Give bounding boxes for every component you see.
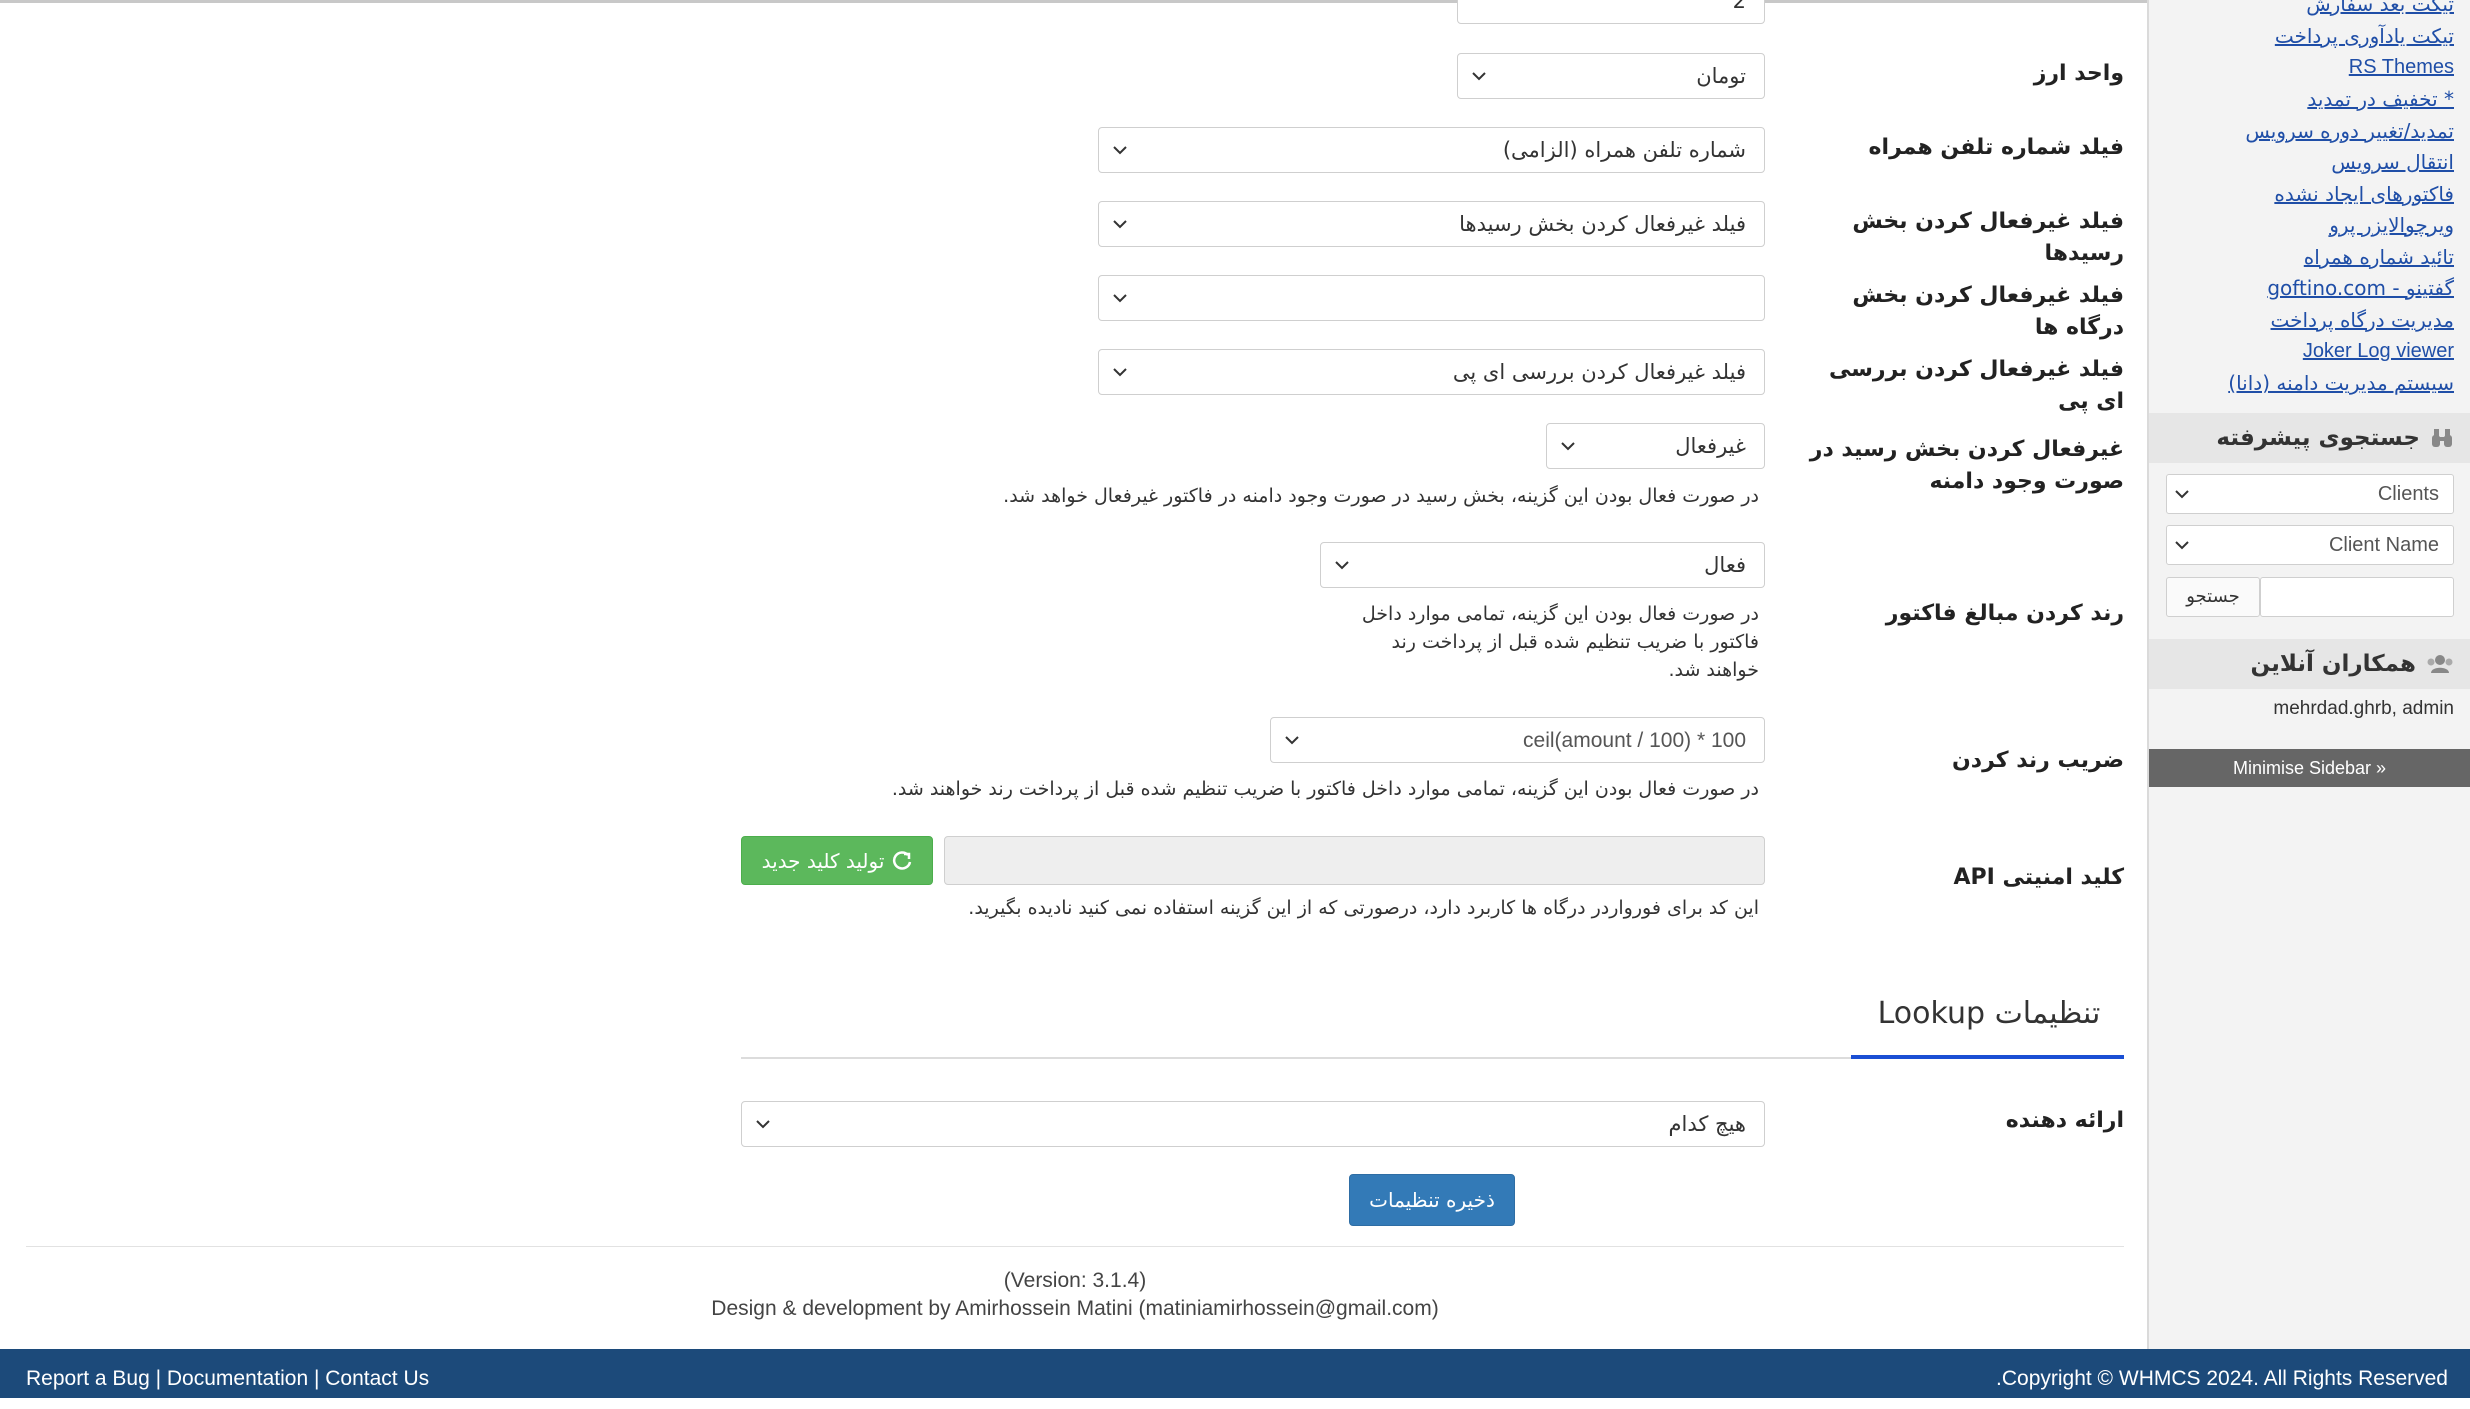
sidebar-link-virtualizor-pro[interactable]: ویرچوالایزر پرو xyxy=(2329,211,2454,239)
copyright-text: .Copyright © WHMCS 2024. All Rights Rese… xyxy=(1996,1367,2448,1390)
mobile-field-label: فیلد شماره تلفن همراه xyxy=(1868,135,2124,160)
footer-divider xyxy=(26,1246,2124,1247)
disable-ip-check-select[interactable]: فیلد غیرفعال کردن بررسی ای پی xyxy=(1098,349,1765,395)
round-amounts-select[interactable]: فعال xyxy=(1320,542,1765,588)
disable-receipt-domain-value: غیرفعال xyxy=(1675,434,1746,458)
chevron-down-icon xyxy=(1559,424,1577,468)
sidebar-link-uncreated-invoices[interactable]: فاکتورهای ایجاد نشده xyxy=(2274,180,2454,208)
disable-receipts-select[interactable]: فیلد غیرفعال کردن بخش رسیدها xyxy=(1098,201,1765,247)
sidebar-link-renew-service[interactable]: تمدید/تغییر دوره سرویس xyxy=(2245,117,2454,145)
minimise-sidebar-button[interactable]: Minimise Sidebar » xyxy=(2149,749,2470,787)
disable-ip-check-label: فیلد غیرفعال کردن بررسی ای پی xyxy=(1829,357,2124,414)
search-field-value: Client Name xyxy=(2328,534,2439,556)
rounding-factor-label: ضریب رند کردن xyxy=(1952,748,2124,773)
rounding-factor-value: ceil(amount / 100) * 100 xyxy=(1523,729,1746,752)
currency-label: واحد ارز xyxy=(2033,61,2124,86)
chevron-down-icon xyxy=(1283,718,1301,762)
sidebar-link-service-transfer[interactable]: انتقال سرویس xyxy=(2331,148,2454,176)
sidebar-link-payment-reminder[interactable]: تیکت یادآوری پرداخت xyxy=(2275,22,2454,50)
chevron-down-icon xyxy=(754,1102,772,1146)
users-icon xyxy=(2426,654,2454,674)
round-amounts-help: در صورت فعال بودن این گزینه، تمامی موارد… xyxy=(1361,603,1759,681)
top-border xyxy=(0,0,2470,3)
round-amounts-value: فعال xyxy=(1704,553,1746,577)
refresh-icon xyxy=(892,850,912,871)
sidebar-link-goftino[interactable]: گفتینو - goftino.com xyxy=(2267,274,2454,302)
generate-key-label: تولید کلید جدید xyxy=(761,848,885,873)
advanced-search-title: جستجوی پیشرفته xyxy=(2216,425,2420,451)
version-text: (Version: 3.1.4) xyxy=(1003,1269,1147,1292)
provider-value: هیچ کدام xyxy=(1668,1112,1747,1136)
search-button[interactable]: جستجو xyxy=(2166,577,2260,617)
generate-key-button[interactable]: تولید کلید جدید xyxy=(741,836,933,885)
currency-select[interactable]: تومان xyxy=(1457,53,1765,99)
chevron-down-icon xyxy=(1470,54,1488,98)
sidebar-link-rs-themes[interactable]: RS Themes xyxy=(2349,53,2454,81)
tab-active-indicator xyxy=(1851,1055,2124,1059)
chevron-down-icon xyxy=(1111,202,1129,246)
rounding-factor-select[interactable]: ceil(amount / 100) * 100 xyxy=(1270,717,1765,763)
disable-receipts-label: فیلد غیرفعال کردن بخش رسیدها xyxy=(1852,209,2124,266)
disable-receipts-value: فیلد غیرفعال کردن بخش رسیدها xyxy=(1459,212,1746,236)
footer-separator: | xyxy=(149,1367,167,1390)
chevron-down-icon xyxy=(1111,128,1129,172)
mobile-field-select[interactable]: شماره تلفن همراه (الزامی) xyxy=(1098,127,1765,173)
search-type-value: Clients xyxy=(2377,483,2439,505)
disable-gateways-label: فیلد غیرفعال کردن بخش درگاه ها xyxy=(1852,283,2124,340)
author-credit: Design & development by Amirhossein Mati… xyxy=(711,1297,1439,1320)
disable-receipt-domain-help: در صورت فعال بودن این گزینه، بخش رسید در… xyxy=(1003,485,1759,507)
currency-value: تومان xyxy=(1696,64,1746,88)
api-key-help: این کد برای فورواردر درگاه ها کاربرد دار… xyxy=(968,897,1759,919)
chevron-down-icon xyxy=(2175,526,2189,564)
sidebar-link-renewal-discount[interactable]: * تخفیف در تمدید xyxy=(2307,85,2454,113)
chevron-down-icon xyxy=(1111,350,1129,394)
online-staff-title: همکاران آنلاین xyxy=(2250,651,2416,677)
binoculars-icon xyxy=(2430,427,2454,449)
footer-separator: | xyxy=(308,1367,326,1390)
sidebar-link-mobile-verify[interactable]: تائید شماره همراه xyxy=(2304,243,2454,271)
chevron-down-icon xyxy=(1333,543,1351,587)
disable-receipt-domain-select[interactable]: غیرفعال xyxy=(1546,423,1765,469)
ticket-days-input[interactable]: 2 xyxy=(1457,0,1765,24)
api-key-input[interactable] xyxy=(944,836,1765,885)
provider-label: ارائه دهنده xyxy=(2005,1108,2124,1133)
api-key-label: کلید امنیتی API xyxy=(1953,865,2125,890)
disable-gateways-select[interactable] xyxy=(1098,275,1765,321)
search-button-label: جستجو xyxy=(2186,586,2240,607)
online-users: mehrdad.ghrb, admin xyxy=(2273,698,2454,719)
advanced-search-header: جستجوی پیشرفته xyxy=(2149,413,2470,463)
sidebar-link-ticket-after-order[interactable]: تیکت بعد سفارش xyxy=(2306,0,2454,18)
chevron-down-icon xyxy=(2175,475,2189,513)
report-bug-link[interactable]: Report a Bug xyxy=(26,1367,150,1390)
online-staff-header: همکاران آنلاین xyxy=(2149,639,2470,689)
contact-us-link[interactable]: Contact Us xyxy=(325,1367,429,1390)
documentation-link[interactable]: Documentation xyxy=(167,1367,308,1390)
provider-select[interactable]: هیچ کدام xyxy=(741,1101,1765,1147)
search-input[interactable] xyxy=(2260,577,2454,617)
sidebar-link-dana-domain[interactable]: سیستم مدیریت دامنه (دانا) xyxy=(2228,369,2454,397)
rounding-factor-help: در صورت فعال بودن این گزینه، تمامی موارد… xyxy=(891,778,1759,800)
search-type-select[interactable]: Clients xyxy=(2166,474,2454,514)
round-amounts-label: رند کردن مبالغ فاکتور xyxy=(1885,601,2124,626)
save-settings-button[interactable]: ذخیره تنظیمات xyxy=(1349,1174,1515,1226)
disable-ip-check-value: فیلد غیرفعال کردن بررسی ای پی xyxy=(1452,360,1746,384)
tab-lookup-settings[interactable]: تنظیمات Lookup xyxy=(1854,996,2124,1031)
mobile-field-value: شماره تلفن همراه (الزامی) xyxy=(1502,138,1746,162)
chevron-down-icon xyxy=(1111,276,1129,320)
disable-receipt-domain-label: غیرفعال کردن بخش رسید در صورت وجود دامنه xyxy=(1809,437,2124,494)
search-field-select[interactable]: Client Name xyxy=(2166,525,2454,565)
sidebar-link-gateway-management[interactable]: مدیریت درگاه پرداخت xyxy=(2271,306,2454,334)
sidebar-link-joker-log[interactable]: Joker Log viewer xyxy=(2303,337,2454,365)
footer-bar: Report a Bug | Documentation | Contact U… xyxy=(0,1349,2470,1398)
